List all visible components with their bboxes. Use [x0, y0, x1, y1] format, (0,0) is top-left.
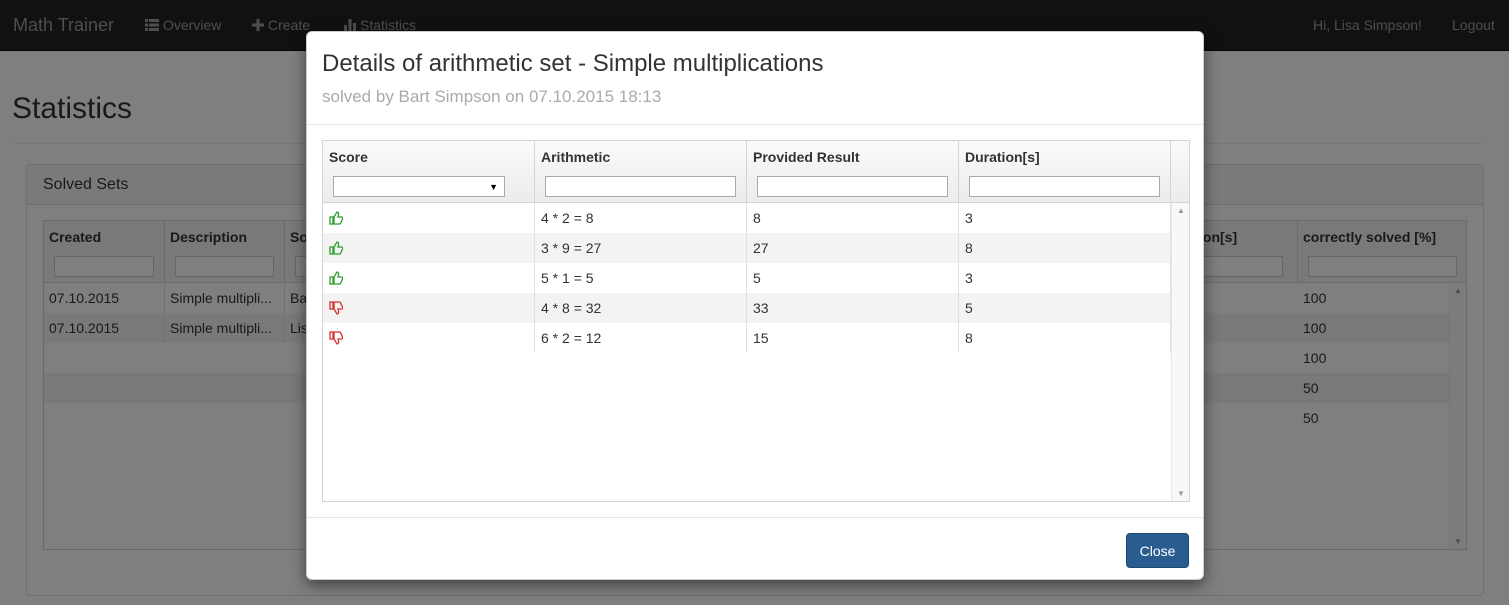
- duration-filter-input[interactable]: [969, 176, 1160, 197]
- details-modal: Details of arithmetic set - Simple multi…: [306, 31, 1204, 580]
- arithmetic-grid: Score ▼ Arithmetic Provided Result Durat…: [322, 140, 1190, 502]
- cell-duration: 5: [959, 293, 1171, 323]
- scroll-down-icon[interactable]: ▼: [1177, 489, 1185, 498]
- cell-arithmetic: 6 * 2 = 12: [535, 323, 747, 353]
- col-provided-result-label: Provided Result: [753, 149, 860, 165]
- cell-duration: 3: [959, 203, 1171, 233]
- table-row[interactable]: 4 * 8 = 32 33 5: [323, 293, 1171, 323]
- cell-score: [323, 293, 535, 323]
- cell-arithmetic: 4 * 2 = 8: [535, 203, 747, 233]
- col-arithmetic-label: Arithmetic: [541, 149, 611, 165]
- cell-score: [323, 323, 535, 353]
- table-row[interactable]: 4 * 2 = 883: [323, 203, 1171, 233]
- score-filter-select[interactable]: ▼: [333, 176, 505, 197]
- cell-duration: 3: [959, 263, 1171, 293]
- grid-scrollbar[interactable]: ▲ ▼: [1171, 203, 1189, 501]
- cell-provided-result: 8: [747, 203, 959, 233]
- close-button[interactable]: Close: [1126, 533, 1189, 568]
- table-row[interactable]: 5 * 1 = 553: [323, 263, 1171, 293]
- col-duration[interactable]: Duration[s]: [959, 141, 1171, 203]
- modal-footer: Close: [307, 517, 1203, 581]
- cell-arithmetic: 4 * 8 = 32: [535, 293, 747, 323]
- cell-arithmetic: 5 * 1 = 5: [535, 263, 747, 293]
- col-provided-result[interactable]: Provided Result: [747, 141, 959, 203]
- cell-score: [323, 263, 535, 293]
- arithmetic-filter-input[interactable]: [545, 176, 736, 197]
- cell-duration: 8: [959, 323, 1171, 353]
- scroll-up-icon[interactable]: ▲: [1177, 206, 1185, 215]
- col-duration-label: Duration[s]: [965, 149, 1040, 165]
- cell-provided-result: 5: [747, 263, 959, 293]
- cell-score: [323, 203, 535, 233]
- cell-provided-result: 33: [747, 293, 959, 323]
- col-score[interactable]: Score ▼: [323, 141, 535, 203]
- col-arithmetic[interactable]: Arithmetic: [535, 141, 747, 203]
- cell-provided-result: 27: [747, 233, 959, 263]
- provided-result-filter-input[interactable]: [757, 176, 948, 197]
- cell-duration: 8: [959, 233, 1171, 263]
- table-row[interactable]: 3 * 9 = 27 27 8: [323, 233, 1171, 263]
- modal-header: Details of arithmetic set - Simple multi…: [307, 32, 1203, 125]
- modal-title: Details of arithmetic set - Simple multi…: [322, 50, 824, 77]
- header-corner: [1171, 141, 1189, 203]
- cell-provided-result: 15: [747, 323, 959, 353]
- col-score-label: Score: [329, 149, 368, 165]
- grid-header: Score ▼ Arithmetic Provided Result Durat…: [323, 141, 1189, 203]
- cell-score: [323, 233, 535, 263]
- table-row[interactable]: 6 * 2 = 12 15 8: [323, 323, 1171, 353]
- chevron-down-icon: ▼: [489, 181, 498, 192]
- cell-arithmetic: 3 * 9 = 27: [535, 233, 747, 263]
- modal-subtitle: solved by Bart Simpson on 07.10.2015 18:…: [322, 87, 662, 106]
